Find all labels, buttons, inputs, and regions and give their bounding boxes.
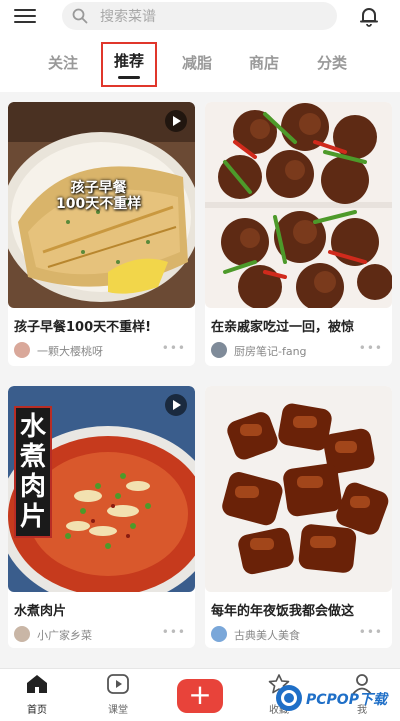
author-row: 一颗大樱桃呀 ••• <box>14 341 190 359</box>
tab-category[interactable]: 分类 <box>317 52 347 73</box>
more-icon[interactable]: ••• <box>359 625 383 639</box>
search-icon <box>72 8 88 24</box>
avatar[interactable] <box>211 342 227 358</box>
recipe-image[interactable]: 孩子早餐 100天不重样 <box>8 102 195 308</box>
tab-follow[interactable]: 关注 <box>48 52 78 73</box>
nav-home-label: 首页 <box>27 705 47 716</box>
watermark-logo-icon <box>276 685 302 711</box>
search-input[interactable] <box>98 6 322 28</box>
recipe-card[interactable]: 在亲戚家吃过一回，被惊 厨房笔记-fang ••• <box>205 102 392 366</box>
more-icon[interactable]: ••• <box>162 625 186 639</box>
search-bar[interactable] <box>62 2 337 30</box>
author-name[interactable]: 一颗大樱桃呀 <box>37 343 103 359</box>
play-icon <box>165 394 187 416</box>
home-icon <box>27 675 47 693</box>
avatar[interactable] <box>14 342 30 358</box>
nav-class[interactable]: 课堂 <box>93 673 143 716</box>
recipe-title: 每年的年夜饭我都会做这 <box>211 604 355 619</box>
author-row: 小广家乡菜 ••• <box>14 625 190 643</box>
tab-recommend[interactable]: 推荐 <box>101 42 158 87</box>
recipe-card[interactable]: 每年的年夜饭我都会做这 古典美人美食 ••• <box>205 386 392 648</box>
more-icon[interactable]: ••• <box>359 341 383 355</box>
watermark-text: PCPOP下载 <box>306 692 387 708</box>
author-name[interactable]: 古典美人美食 <box>234 627 300 643</box>
play-icon <box>165 110 187 132</box>
plus-icon: + <box>188 678 212 711</box>
top-bar <box>0 0 400 36</box>
more-icon[interactable]: ••• <box>162 341 186 355</box>
recipe-card[interactable]: 水煮肉片 水煮肉片 小广家乡菜 ••• <box>8 386 195 648</box>
author-name[interactable]: 小广家乡菜 <box>37 627 92 643</box>
play-square-icon <box>107 674 129 694</box>
recipe-title: 在亲戚家吃过一回，被惊 <box>211 320 355 335</box>
add-recipe-button[interactable]: + <box>177 679 223 713</box>
avatar[interactable] <box>14 626 30 642</box>
nav-class-label: 课堂 <box>108 705 128 716</box>
image-overlay-text: 水煮肉片 <box>14 406 52 538</box>
tab-store[interactable]: 商店 <box>249 52 279 73</box>
menu-icon[interactable] <box>14 6 36 26</box>
author-row: 古典美人美食 ••• <box>211 625 387 643</box>
recipe-image[interactable] <box>205 102 392 308</box>
tab-diet[interactable]: 减脂 <box>182 52 212 73</box>
recipe-title: 孩子早餐100天不重样! <box>14 320 152 335</box>
bell-icon[interactable] <box>358 5 380 27</box>
avatar[interactable] <box>211 626 227 642</box>
author-name[interactable]: 厨房笔记-fang <box>234 343 307 359</box>
recipe-title: 水煮肉片 <box>14 604 67 619</box>
nav-home[interactable]: 首页 <box>12 673 62 716</box>
watermark: PCPOP下载 <box>276 685 400 711</box>
active-tab-indicator <box>118 76 140 79</box>
image-overlay-text: 孩子早餐 100天不重样 <box>56 180 142 212</box>
category-tabs: 关注 推荐 减脂 商店 分类 <box>0 36 400 92</box>
recipe-image[interactable]: 水煮肉片 <box>8 386 195 592</box>
author-row: 厨房笔记-fang ••• <box>211 341 387 359</box>
tab-recommend-label: 推荐 <box>114 52 145 70</box>
recipe-card[interactable]: 孩子早餐 100天不重样 孩子早餐100天不重样! 一颗大樱桃呀 ••• <box>8 102 195 366</box>
recipe-image[interactable] <box>205 386 392 592</box>
